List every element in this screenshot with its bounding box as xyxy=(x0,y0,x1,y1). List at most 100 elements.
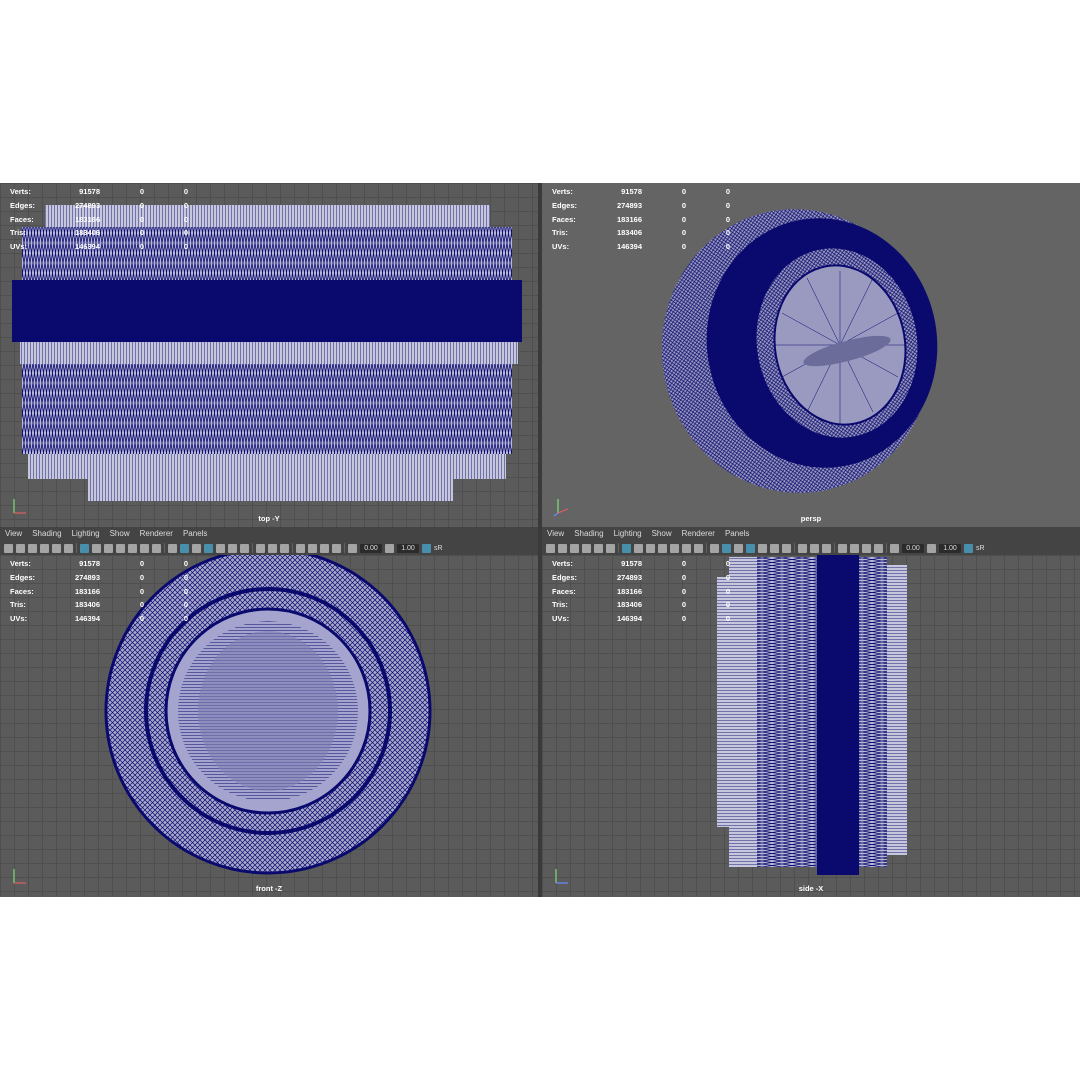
gamma-field[interactable]: 1.00 xyxy=(397,543,419,553)
camera-icon[interactable] xyxy=(546,543,555,553)
motion-blur-icon[interactable] xyxy=(256,543,265,553)
shadows-icon[interactable] xyxy=(228,543,237,553)
separator xyxy=(706,543,707,553)
resolution-gate-icon[interactable] xyxy=(104,543,113,553)
wireframe-shading-icon[interactable] xyxy=(710,543,719,553)
stat-label: Faces: xyxy=(10,214,34,224)
separator xyxy=(618,543,619,553)
safe-action-icon[interactable] xyxy=(140,543,149,553)
image-plane-icon[interactable] xyxy=(582,543,591,553)
color-management-icon[interactable] xyxy=(422,543,431,553)
menu-lighting[interactable]: Lighting xyxy=(609,527,647,541)
field-chart-icon[interactable] xyxy=(670,543,679,553)
xray-icon[interactable] xyxy=(850,543,859,553)
depth-of-field-icon[interactable] xyxy=(822,543,831,553)
safe-title-icon[interactable] xyxy=(694,543,703,553)
xray-icon[interactable] xyxy=(308,543,317,553)
menu-renderer[interactable]: Renderer xyxy=(135,527,178,541)
stat-value: 274893 xyxy=(74,573,100,583)
2d-pan-icon[interactable] xyxy=(52,543,61,553)
bookmark-icon[interactable] xyxy=(570,543,579,553)
stat-value: 91578 xyxy=(79,559,100,569)
gate-mask-icon[interactable] xyxy=(658,543,667,553)
resolution-gate-icon[interactable] xyxy=(646,543,655,553)
panel-menu: View Shading Lighting Show Renderer Pane… xyxy=(542,527,754,541)
xray-joints-icon[interactable] xyxy=(862,543,871,553)
screen-space-ao-icon[interactable] xyxy=(782,543,791,553)
xray-joints-icon[interactable] xyxy=(320,543,329,553)
anti-aliasing-icon[interactable] xyxy=(810,543,819,553)
stat-label: UVs: xyxy=(552,242,570,252)
menu-show[interactable]: Show xyxy=(105,527,135,541)
viewport-front[interactable]: Verts: 91578 0 0 Edges: 274893 0 0 Faces: 18316… xyxy=(0,555,538,897)
stat-value: 0 xyxy=(183,187,188,197)
textured-icon[interactable] xyxy=(746,543,755,553)
anti-aliasing-icon[interactable] xyxy=(268,543,277,553)
menu-panels[interactable]: Panels xyxy=(178,527,212,541)
stat-label: Tris: xyxy=(552,600,568,610)
film-gate-icon[interactable] xyxy=(634,543,643,553)
menu-shading[interactable]: Shading xyxy=(569,527,608,541)
wireframe-on-shaded-icon[interactable] xyxy=(734,543,743,553)
gamma-icon[interactable] xyxy=(385,543,394,553)
wireframe-shading-icon[interactable] xyxy=(168,543,177,553)
grease-pencil-icon[interactable] xyxy=(606,543,615,553)
viewport-side[interactable]: Verts: 91578 0 0 Edges: 274893 0 0 Faces: 18316… xyxy=(542,555,1080,897)
safe-action-icon[interactable] xyxy=(682,543,691,553)
gamma-icon[interactable] xyxy=(927,543,936,553)
field-chart-icon[interactable] xyxy=(128,543,137,553)
motion-blur-icon[interactable] xyxy=(798,543,807,553)
camera-attributes-icon[interactable] xyxy=(16,543,25,553)
camera-attributes-icon[interactable] xyxy=(558,543,567,553)
viewport-persp[interactable]: Verts: 91578 0 0 Edges: 274893 0 0 Faces: 18316… xyxy=(542,183,1080,527)
panel-toolbar-right: View Shading Lighting Show Renderer Pane… xyxy=(542,527,1080,555)
menu-panels[interactable]: Panels xyxy=(720,527,754,541)
gamma-field[interactable]: 1.00 xyxy=(939,543,961,553)
viewport-top[interactable]: Verts: 91578 0 0 Edges: 274893 0 0 Faces: 18316… xyxy=(0,183,538,527)
stat-label: Tris: xyxy=(552,228,568,238)
stat-value: 274893 xyxy=(74,201,100,211)
2d-pan-icon[interactable] xyxy=(594,543,603,553)
exposure-icon[interactable] xyxy=(890,543,899,553)
exposure-field[interactable]: 0.00 xyxy=(902,543,924,553)
isolate-icon[interactable] xyxy=(838,543,847,553)
light-icon[interactable] xyxy=(758,543,767,553)
grease-pencil-icon[interactable] xyxy=(64,543,73,553)
smooth-shading-icon[interactable] xyxy=(722,543,731,553)
grid-icon[interactable] xyxy=(80,543,89,553)
menu-renderer[interactable]: Renderer xyxy=(677,527,720,541)
safe-title-icon[interactable] xyxy=(152,543,161,553)
xray-components-icon[interactable] xyxy=(874,543,883,553)
bookmark-icon[interactable] xyxy=(28,543,37,553)
stat-value: 0 xyxy=(725,228,730,238)
viewport-label: top -Y xyxy=(258,514,280,523)
stat-value: 146394 xyxy=(616,242,642,252)
gate-mask-icon[interactable] xyxy=(116,543,125,553)
xray-components-icon[interactable] xyxy=(332,543,341,553)
isolate-icon[interactable] xyxy=(296,543,305,553)
light-icon[interactable] xyxy=(216,543,225,553)
stat-label: UVs: xyxy=(552,614,570,624)
exposure-icon[interactable] xyxy=(348,543,357,553)
image-plane-icon[interactable] xyxy=(40,543,49,553)
smooth-shading-icon[interactable] xyxy=(180,543,189,553)
stat-value: 0 xyxy=(139,214,144,224)
depth-of-field-icon[interactable] xyxy=(280,543,289,553)
exposure-field[interactable]: 0.00 xyxy=(360,543,382,553)
camera-icon[interactable] xyxy=(4,543,13,553)
viewport-label: persp xyxy=(800,514,822,523)
film-gate-icon[interactable] xyxy=(92,543,101,553)
color-management-icon[interactable] xyxy=(964,543,973,553)
wireframe-on-shaded-icon[interactable] xyxy=(192,543,201,553)
menu-view[interactable]: View xyxy=(0,527,27,541)
menu-show[interactable]: Show xyxy=(647,527,677,541)
menu-view[interactable]: View xyxy=(542,527,569,541)
textured-icon[interactable] xyxy=(204,543,213,553)
menu-shading[interactable]: Shading xyxy=(27,527,66,541)
shadows-icon[interactable] xyxy=(770,543,779,553)
menu-lighting[interactable]: Lighting xyxy=(67,527,105,541)
stat-value: 0 xyxy=(725,242,730,252)
screen-space-ao-icon[interactable] xyxy=(240,543,249,553)
stat-label: Faces: xyxy=(552,586,576,596)
grid-icon[interactable] xyxy=(622,543,631,553)
